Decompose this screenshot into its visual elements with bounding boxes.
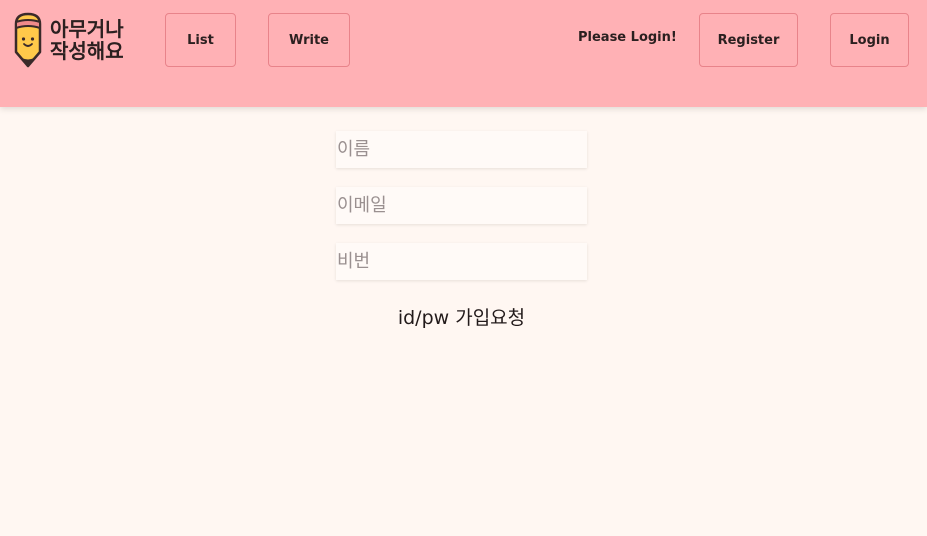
write-button[interactable]: Write (268, 13, 350, 67)
pencil-icon (14, 12, 42, 68)
password-input[interactable] (336, 243, 587, 280)
signup-submit-button[interactable]: id/pw 가입요청 (336, 303, 587, 330)
signup-form (336, 131, 587, 299)
email-input[interactable] (336, 187, 587, 224)
login-status-text: Please Login! (578, 30, 677, 45)
list-button[interactable]: List (165, 13, 236, 67)
navbar: 아무거나 작성해요 List Write Please Login! Regis… (0, 0, 927, 107)
logo-text: 아무거나 작성해요 (50, 17, 124, 63)
register-button[interactable]: Register (699, 13, 798, 67)
site-logo[interactable]: 아무거나 작성해요 (12, 12, 140, 68)
name-input[interactable] (336, 131, 587, 168)
login-button[interactable]: Login (830, 13, 909, 67)
